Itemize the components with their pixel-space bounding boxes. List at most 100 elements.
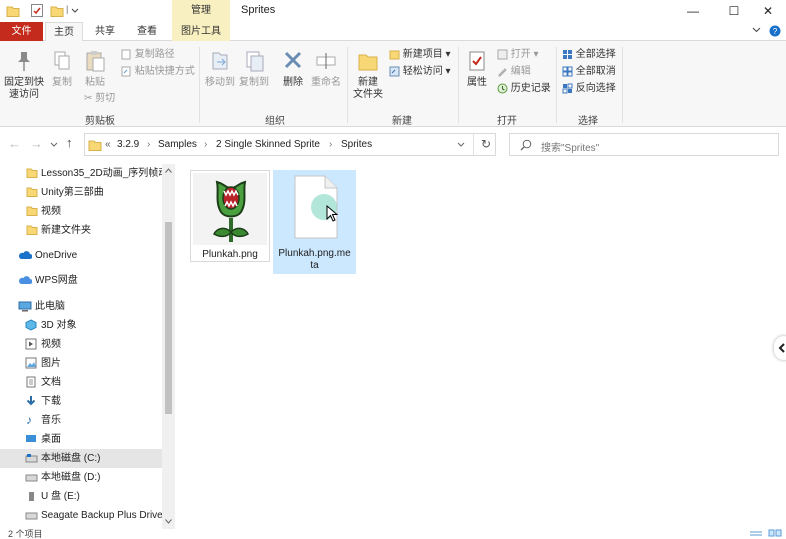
large-icons-view-icon[interactable]	[768, 529, 782, 538]
context-group-label: 管理	[191, 5, 211, 16]
edit-icon	[498, 68, 507, 77]
nav-item-documents[interactable]: 文档	[0, 373, 162, 392]
breadcrumb-item[interactable]: 3.2.9	[117, 139, 139, 150]
tab-view[interactable]: 查看	[128, 22, 166, 41]
ribbon-collapse-icon[interactable]	[752, 27, 761, 33]
edit-label: 编辑	[510, 66, 531, 77]
video-icon	[25, 338, 37, 350]
group-label-clipboard: 剪贴板	[85, 116, 115, 127]
tab-picture-tools[interactable]: 图片工具	[172, 22, 230, 41]
new-folder-quick-icon[interactable]	[50, 4, 64, 17]
properties-button[interactable]: 属性	[462, 49, 492, 89]
chevron-down-icon[interactable]	[71, 8, 79, 14]
wps-cloud-icon	[19, 276, 32, 284]
refresh-icon[interactable]: ↻	[481, 137, 491, 151]
computer-icon	[18, 301, 32, 312]
new-item-label: 新建项目	[402, 49, 443, 60]
cut-button[interactable]: ✂ 剪切	[84, 92, 115, 106]
nav-item-label: 桌面	[41, 434, 61, 445]
new-item-button[interactable]: 新建项目 ▾	[389, 48, 451, 62]
breadcrumb-item[interactable]: 2 Single Skinned Sprite	[216, 139, 320, 150]
nav-scrollbar[interactable]	[162, 164, 175, 529]
file-item-plunkah-png[interactable]: Plunkah.png	[190, 170, 270, 262]
recent-locations-chevron-icon[interactable]	[50, 142, 58, 148]
paste-icon	[86, 51, 105, 72]
up-arrow-icon[interactable]: ↑	[66, 135, 73, 150]
edit-button[interactable]: 编辑	[497, 65, 531, 79]
breadcrumb-item[interactable]: Sprites	[341, 139, 372, 150]
select-none-button[interactable]: 全部取消	[562, 65, 616, 79]
nav-item-pictures[interactable]: 图片	[0, 354, 162, 373]
copy-path-button[interactable]: 复制路径	[121, 48, 175, 62]
nav-item-videos[interactable]: 视频	[0, 335, 162, 354]
navigation-bar: ← → ↑ « 3.2.9 › Samples › 2 Single Skinn…	[0, 127, 786, 164]
group-separator	[199, 47, 200, 123]
search-box[interactable]: 搜索"Sprites"	[509, 133, 779, 156]
download-arrow-icon	[26, 396, 36, 406]
paste-shortcut-button[interactable]: 粘贴快捷方式	[121, 65, 195, 79]
nav-item-downloads[interactable]: 下载	[0, 392, 162, 411]
minimize-button[interactable]: —	[673, 0, 713, 22]
search-icon	[520, 139, 532, 151]
nav-item-3d-objects[interactable]: 3D 对象	[0, 316, 162, 335]
breadcrumb-item[interactable]: Samples	[158, 139, 197, 150]
scroll-up-icon[interactable]	[165, 168, 172, 173]
nav-item-usb-e[interactable]: U 盘 (E:)	[0, 487, 162, 506]
open-button[interactable]: 打开 ▾	[497, 48, 539, 62]
open-label: 打开	[510, 49, 531, 60]
nav-item-lesson35[interactable]: Lesson35_2D动画_序列帧动画	[0, 164, 162, 183]
nav-item-desktop[interactable]: 桌面	[0, 430, 162, 449]
easy-access-button[interactable]: 轻松访问 ▾	[389, 65, 451, 79]
invert-selection-icon	[562, 83, 573, 94]
nav-item-label: 图片	[41, 358, 61, 369]
file-item-plunkah-meta[interactable]: Plunkah.png.me ta	[273, 170, 356, 274]
nav-item-music[interactable]: ♪ 音乐	[0, 411, 162, 430]
details-view-icon[interactable]	[749, 530, 763, 538]
new-folder-label-1: 新建	[358, 77, 378, 88]
tab-home[interactable]: 主页	[45, 22, 83, 41]
group-label-new: 新建	[392, 116, 412, 127]
address-dropdown-chevron-icon[interactable]	[457, 142, 465, 148]
nav-item-label: 新建文件夹	[41, 225, 91, 236]
tab-file[interactable]: 文件	[0, 22, 43, 41]
pin-quick-access-button[interactable]: 固定到快 速访问	[4, 49, 44, 101]
select-none-label: 全部取消	[575, 66, 616, 77]
delete-button[interactable]: 删除	[279, 49, 307, 89]
title-bar: | 管理 Sprites — ☐ ✕	[0, 0, 786, 22]
address-box[interactable]: « 3.2.9 › Samples › 2 Single Skinned Spr…	[84, 133, 496, 156]
new-folder-button[interactable]: 新建 文件夹	[351, 49, 385, 101]
paste-button[interactable]: 粘贴	[80, 49, 110, 89]
copy-button[interactable]: 复制	[48, 49, 76, 89]
rename-button[interactable]: 重命名	[309, 49, 343, 89]
nav-item-unity[interactable]: Unity第三部曲	[0, 183, 162, 202]
close-button[interactable]: ✕	[748, 0, 786, 22]
nav-item-wps[interactable]: WPS网盘	[0, 271, 162, 290]
easy-access-icon	[389, 66, 400, 77]
tab-share[interactable]: 共享	[87, 22, 123, 41]
svg-text:?: ?	[773, 27, 778, 36]
nav-item-onedrive[interactable]: OneDrive	[0, 246, 162, 265]
move-to-button[interactable]: 移动到	[204, 49, 236, 89]
back-arrow-icon[interactable]: ←	[8, 136, 21, 151]
nav-item-label: 此电脑	[35, 301, 65, 312]
forward-arrow-icon[interactable]: →	[30, 136, 43, 151]
select-all-button[interactable]: 全部选择	[562, 48, 616, 62]
nav-item-drive-d[interactable]: 本地磁盘 (D:)	[0, 468, 162, 487]
address-overflow-chevron[interactable]: «	[105, 139, 111, 150]
help-icon[interactable]: ?	[769, 25, 781, 37]
invert-selection-button[interactable]: 反向选择	[562, 82, 616, 96]
properties-quick-icon[interactable]	[30, 3, 44, 18]
nav-item-seagate[interactable]: Seagate Backup Plus Drive	[0, 506, 162, 525]
history-button[interactable]: 历史记录	[497, 82, 551, 96]
scrollbar-thumb[interactable]	[165, 222, 172, 414]
copy-to-label: 复制到	[239, 77, 269, 88]
nav-item-new-folder[interactable]: 新建文件夹	[0, 221, 162, 240]
scroll-down-icon[interactable]	[165, 519, 172, 524]
nav-item-videos-folder[interactable]: 视频	[0, 202, 162, 221]
nav-item-drive-c[interactable]: 本地磁盘 (C:)	[0, 449, 162, 468]
side-panel-toggle[interactable]	[774, 336, 786, 360]
copy-to-button[interactable]: 复制到	[238, 49, 270, 89]
drive-icon	[25, 474, 38, 482]
nav-item-label: OneDrive	[35, 250, 78, 261]
nav-item-this-pc[interactable]: 此电脑	[0, 297, 162, 316]
